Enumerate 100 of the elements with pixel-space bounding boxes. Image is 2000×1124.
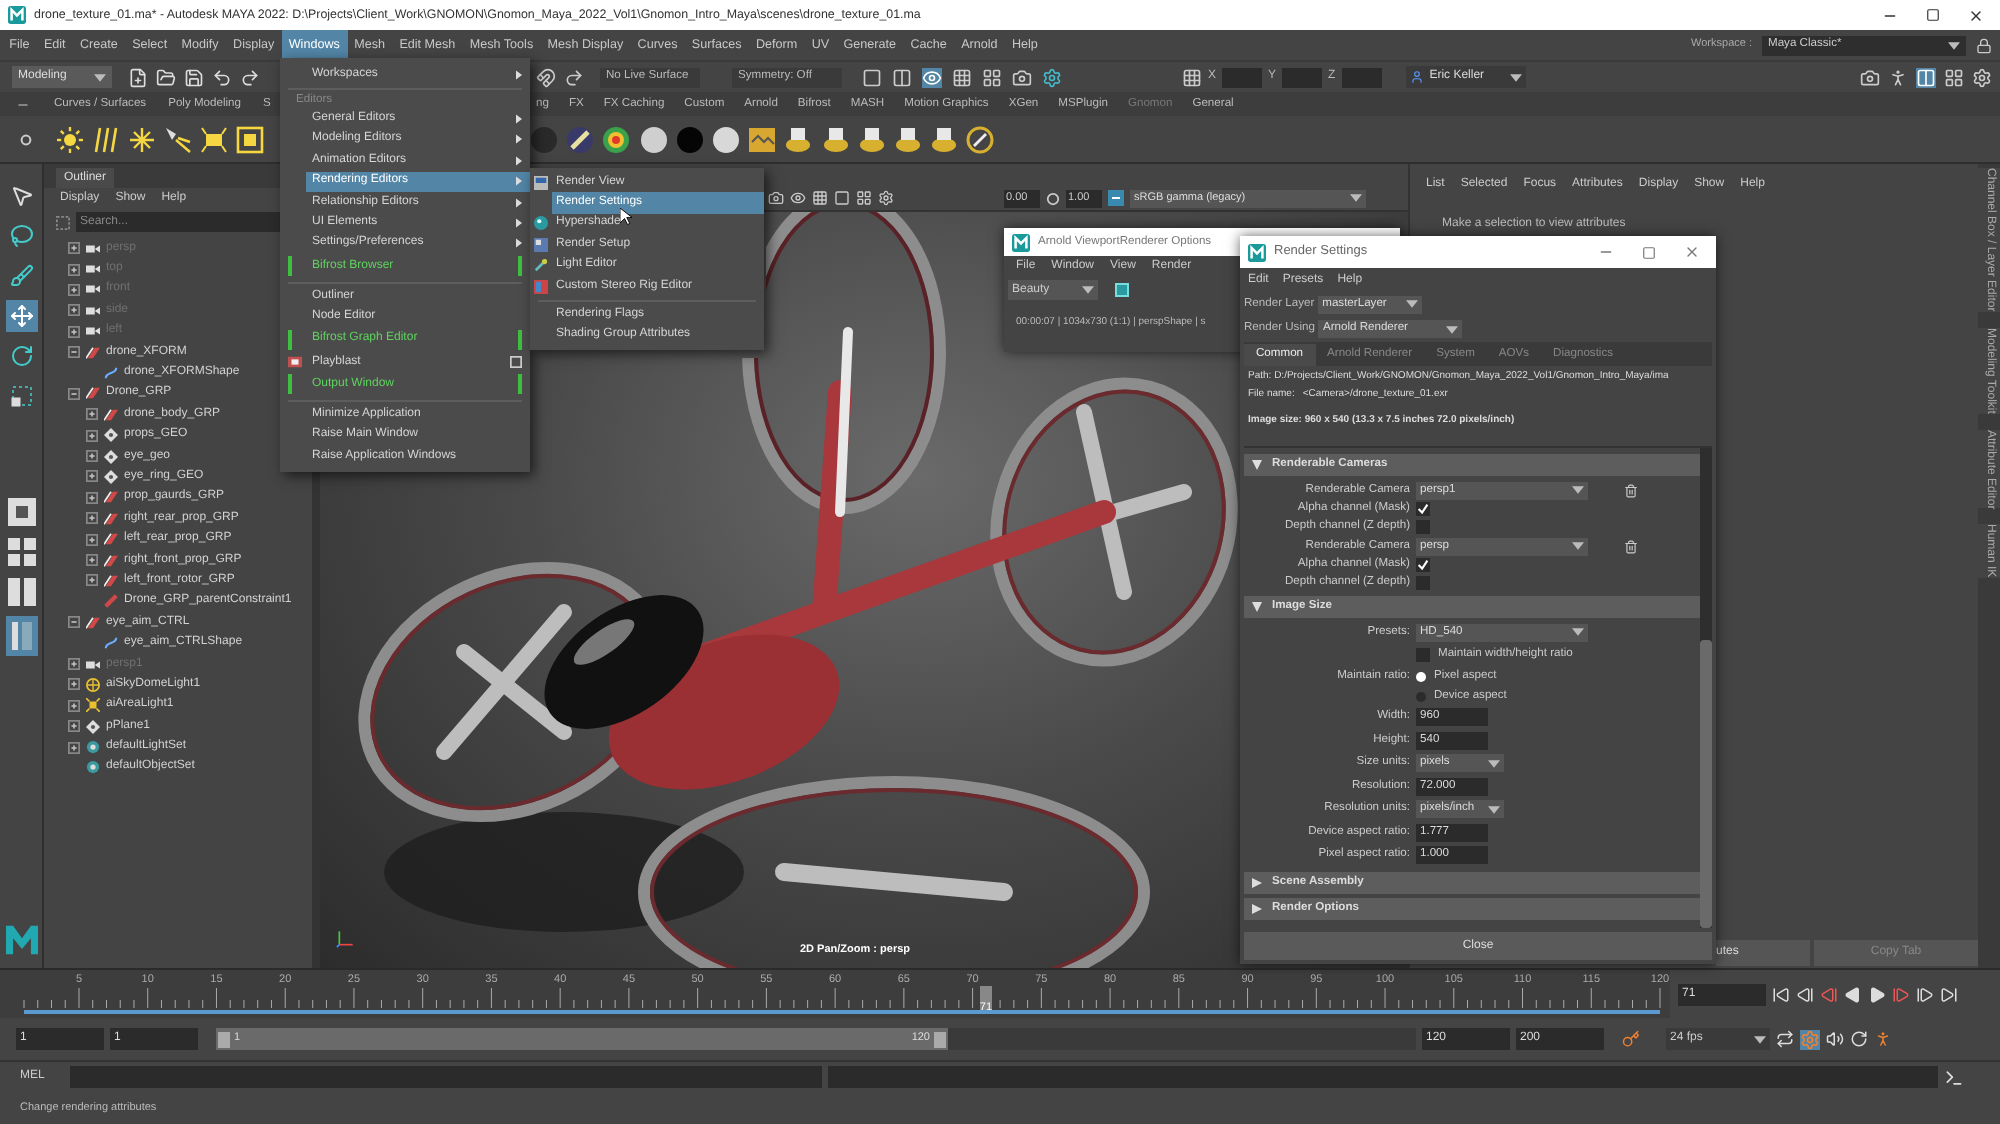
parallel-lines-icon[interactable] xyxy=(92,125,120,153)
gear-icon[interactable] xyxy=(878,190,894,206)
spotlight-icon[interactable] xyxy=(164,125,192,153)
expanded-triangle-icon[interactable] xyxy=(1252,459,1262,469)
grid-icon[interactable] xyxy=(812,190,828,206)
sun-icon[interactable] xyxy=(56,125,84,153)
pedestal-icon[interactable] xyxy=(893,125,922,153)
pedestal-icon[interactable] xyxy=(930,125,959,153)
square-light-icon[interactable] xyxy=(236,125,264,153)
square-frame-icon[interactable] xyxy=(1114,282,1130,298)
four-squares-icon[interactable] xyxy=(856,190,872,206)
plus-box-icon[interactable] xyxy=(68,325,80,338)
previous-key-icon[interactable] xyxy=(1820,985,1838,1003)
four-pane-icon[interactable] xyxy=(5,536,37,568)
close-icon[interactable] xyxy=(1968,7,1984,23)
minus-box-icon[interactable] xyxy=(68,387,80,400)
camera-icon[interactable] xyxy=(1012,67,1032,87)
collapsed-triangle-icon[interactable] xyxy=(1252,877,1262,887)
maximize-icon[interactable] xyxy=(1926,8,1940,22)
scrollbar[interactable] xyxy=(1700,447,1712,928)
plus-box-icon[interactable] xyxy=(68,678,80,691)
checkbox[interactable] xyxy=(1416,648,1430,662)
plus-box-icon[interactable] xyxy=(86,450,98,463)
striped-sphere-icon[interactable] xyxy=(566,125,595,153)
circle-icon[interactable] xyxy=(1046,191,1060,205)
curved-arrow-icon[interactable] xyxy=(564,67,584,87)
checkbox[interactable] xyxy=(1416,575,1430,590)
plus-box-icon[interactable] xyxy=(68,242,80,255)
go-to-start-icon[interactable] xyxy=(1772,985,1790,1003)
sphere-icon[interactable] xyxy=(639,125,668,153)
checkbox[interactable] xyxy=(1416,502,1430,517)
step-forward-icon[interactable] xyxy=(1916,985,1934,1003)
minus-box-icon[interactable] xyxy=(68,616,80,629)
loop-icon[interactable] xyxy=(1776,1030,1794,1048)
move-tool-icon[interactable] xyxy=(5,300,37,332)
new-file-icon[interactable] xyxy=(128,67,148,87)
plus-box-icon[interactable] xyxy=(68,263,80,276)
maximize-icon[interactable] xyxy=(1642,245,1656,259)
plus-box-icon[interactable] xyxy=(86,533,98,546)
command-input-field[interactable] xyxy=(70,1066,822,1088)
range-handle-icon[interactable] xyxy=(934,1031,946,1047)
step-back-icon[interactable] xyxy=(1796,985,1814,1003)
single-pane-icon[interactable] xyxy=(5,496,37,528)
plus-box-icon[interactable] xyxy=(86,491,98,504)
plus-box-icon[interactable] xyxy=(86,470,98,483)
pedestal-icon[interactable] xyxy=(784,125,813,153)
plus-box-icon[interactable] xyxy=(86,429,98,442)
next-key-icon[interactable] xyxy=(1892,985,1910,1003)
figure-icon[interactable] xyxy=(1874,1030,1892,1048)
panel-layout-icon[interactable] xyxy=(5,616,37,656)
paint-tool-icon[interactable] xyxy=(5,260,37,292)
four-squares-icon[interactable] xyxy=(1944,67,1964,87)
minus-square-icon[interactable] xyxy=(1108,190,1124,206)
four-squares-icon[interactable] xyxy=(982,67,1002,87)
plus-box-icon[interactable] xyxy=(68,283,80,296)
go-to-end-icon[interactable] xyxy=(1940,985,1958,1003)
option-box-icon[interactable] xyxy=(510,356,522,369)
camera-icon[interactable] xyxy=(768,190,784,206)
eye-icon[interactable] xyxy=(790,190,806,206)
plus-box-icon[interactable] xyxy=(86,554,98,567)
key-icon[interactable] xyxy=(1622,1030,1640,1048)
target-icon[interactable] xyxy=(602,125,631,153)
plus-box-icon[interactable] xyxy=(86,574,98,587)
magnet-icon[interactable] xyxy=(536,67,556,87)
square-icon[interactable] xyxy=(862,67,882,87)
sphere-icon[interactable] xyxy=(711,125,740,153)
circle-icon[interactable] xyxy=(20,133,32,145)
slashed-circle-icon[interactable] xyxy=(966,125,995,153)
dashed-square-icon[interactable] xyxy=(56,215,70,229)
radio-button[interactable] xyxy=(1416,691,1426,701)
collapsed-triangle-icon[interactable] xyxy=(1252,903,1262,913)
square-icon[interactable] xyxy=(834,190,850,206)
open-folder-icon[interactable] xyxy=(156,67,176,87)
radio-button[interactable] xyxy=(1416,671,1426,681)
plus-box-icon[interactable] xyxy=(68,699,80,712)
coordinate-field[interactable] xyxy=(1282,67,1323,87)
checkbox[interactable] xyxy=(1416,519,1430,534)
image-icon[interactable] xyxy=(748,125,777,153)
redo-icon[interactable] xyxy=(240,67,260,87)
coordinate-field[interactable] xyxy=(1222,67,1263,87)
gear-icon[interactable] xyxy=(1972,67,1992,87)
pedestal-icon[interactable] xyxy=(857,125,886,153)
plus-box-icon[interactable] xyxy=(68,741,80,754)
gear-icon[interactable] xyxy=(1800,1029,1820,1049)
plus-box-icon[interactable] xyxy=(86,408,98,421)
minus-box-icon[interactable] xyxy=(68,346,80,359)
coordinate-field[interactable] xyxy=(1341,67,1382,87)
sound-icon[interactable] xyxy=(1826,1030,1844,1048)
play-backwards-icon[interactable] xyxy=(1844,985,1862,1003)
checkbox[interactable] xyxy=(1416,558,1430,573)
trash-icon[interactable] xyxy=(1624,539,1638,553)
refresh-icon[interactable] xyxy=(1850,1030,1868,1048)
undo-icon[interactable] xyxy=(212,67,232,87)
grid-icon[interactable] xyxy=(1182,67,1202,87)
grid-icon[interactable] xyxy=(952,67,972,87)
script-editor-icon[interactable] xyxy=(1944,1067,1964,1087)
lock-icon[interactable] xyxy=(1976,37,1992,53)
trash-icon[interactable] xyxy=(1624,483,1638,497)
figure-icon[interactable] xyxy=(1888,67,1908,87)
two-pane-icon[interactable] xyxy=(5,576,37,608)
